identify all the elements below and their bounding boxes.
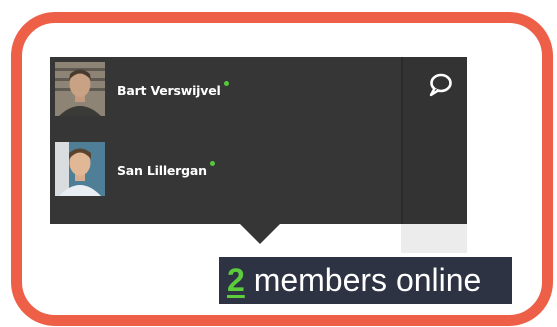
member-name-label[interactable]: San Lillergan — [117, 163, 207, 178]
online-count-label: members online — [253, 262, 482, 298]
member-name[interactable]: San Lillergan — [117, 160, 215, 178]
member-row[interactable]: Bart Verswijvel — [55, 62, 229, 116]
online-status-dot-icon — [209, 160, 215, 166]
avatar — [55, 142, 105, 196]
speech-bubble-icon[interactable] — [427, 72, 453, 98]
online-count-number: 2 — [227, 262, 245, 298]
panel-pointer-arrow — [240, 224, 280, 244]
member-row[interactable]: San Lillergan — [55, 142, 215, 196]
member-name-label[interactable]: Bart Verswijvel — [117, 83, 221, 98]
column-divider — [401, 57, 403, 224]
avatar — [55, 62, 105, 116]
members-online-caption: 2 members online — [219, 257, 512, 304]
member-name[interactable]: Bart Verswijvel — [117, 80, 229, 98]
online-status-dot-icon — [223, 80, 229, 86]
